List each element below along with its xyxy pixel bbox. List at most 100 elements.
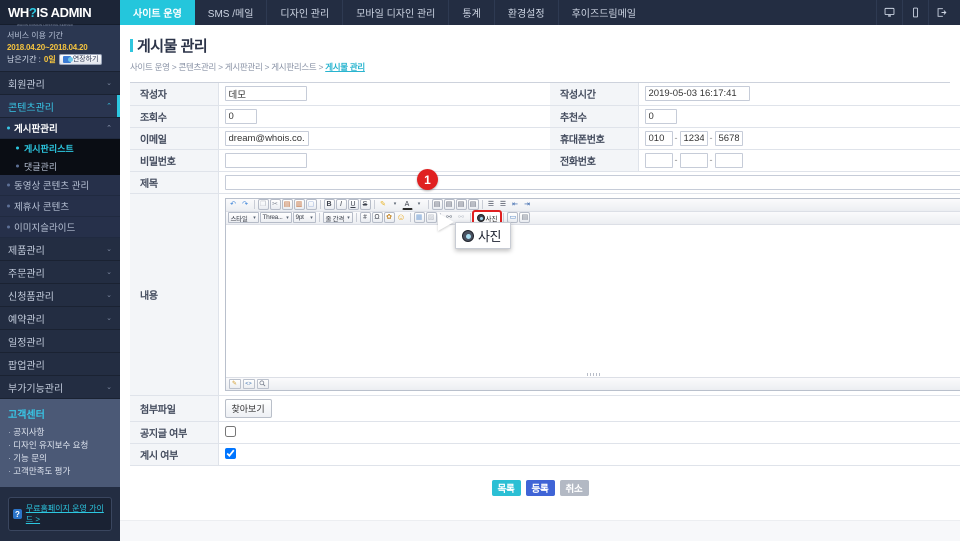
- subject-input[interactable]: [224, 174, 960, 190]
- sidebar-item-partner-content[interactable]: 제휴사 콘텐츠: [0, 196, 120, 217]
- created-input[interactable]: [644, 86, 750, 102]
- smiley-icon[interactable]: ☺: [396, 212, 407, 223]
- sidebar-item-image-slide[interactable]: 이미지슬라이드: [0, 217, 120, 238]
- special-char-icon[interactable]: ＃: [359, 212, 371, 223]
- views-input[interactable]: [224, 108, 257, 124]
- preview-mode-icon[interactable]: [256, 378, 269, 389]
- html-mode-icon[interactable]: <>: [242, 378, 255, 389]
- line-spacing-select[interactable]: 줄 간격 ▾: [322, 212, 353, 223]
- font-color-icon[interactable]: A: [401, 199, 413, 210]
- sidebar-group-order[interactable]: 주문관리 ⌄: [0, 261, 120, 284]
- tab-settings[interactable]: 환경설정: [495, 0, 559, 25]
- cut-icon[interactable]: ✂: [269, 199, 281, 210]
- chevron-down-icon[interactable]: ▾: [414, 199, 425, 210]
- tab-whois-dream-mail[interactable]: 후이즈드림메일: [559, 0, 649, 25]
- omega-icon[interactable]: Ω: [371, 212, 383, 223]
- extend-button[interactable]: 연장하기: [58, 54, 103, 65]
- list-number-icon[interactable]: ☰: [498, 199, 509, 210]
- logout-icon[interactable]: [928, 0, 954, 25]
- phone-part3-input[interactable]: [714, 152, 743, 168]
- writer-input[interactable]: [224, 86, 307, 102]
- align-right-icon[interactable]: ▤: [455, 199, 467, 210]
- table-properties-icon[interactable]: ▨: [425, 212, 437, 223]
- list-button[interactable]: 목록: [491, 479, 521, 496]
- logo[interactable]: WH?IS ADMIN WHOIS DOMAIN HOSTING SERVER: [0, 0, 120, 27]
- logo-text: WH?IS ADMIN: [8, 4, 92, 20]
- breadcrumb-item-1[interactable]: 콘텐츠관리: [178, 62, 216, 72]
- copy-icon[interactable]: ❐: [257, 199, 269, 210]
- page-header: 게시물 관리 사이트 운영 > 콘텐츠관리 > 게시판관리 > 게시판리스트 >…: [120, 25, 960, 73]
- indent-icon[interactable]: ⇥: [522, 199, 533, 210]
- editor-content-area[interactable]: [225, 224, 960, 377]
- align-justify-icon[interactable]: ▤: [467, 199, 479, 210]
- align-left-icon[interactable]: ▤: [431, 199, 443, 210]
- select-all-icon[interactable]: ▢: [305, 199, 317, 210]
- mobile-part3-input[interactable]: [714, 130, 743, 146]
- style-select[interactable]: 스타일 ▾: [227, 212, 259, 223]
- notice-checkbox[interactable]: [224, 426, 236, 438]
- italic-icon[interactable]: I: [335, 199, 347, 210]
- cancel-button[interactable]: 취소: [559, 479, 589, 496]
- tab-site-operation[interactable]: 사이트 운영: [120, 0, 195, 25]
- sidebar-group-applyform[interactable]: 신청품관리 ⌄: [0, 284, 120, 307]
- cs-item-notice[interactable]: 공지사항: [8, 426, 112, 439]
- font-family-select[interactable]: Threa... ▾: [259, 212, 292, 223]
- cs-item-design-request[interactable]: 디자인 유지보수 요청: [8, 439, 112, 452]
- paste-special-icon[interactable]: ▥: [293, 199, 305, 210]
- tab-sms-mail[interactable]: SMS /메일: [195, 0, 268, 25]
- bold-icon[interactable]: B: [323, 199, 335, 210]
- sidebar-group-product[interactable]: 제품관리 ⌄: [0, 238, 120, 261]
- undo-icon[interactable]: ↶: [228, 199, 239, 210]
- sidebar-group-schedule[interactable]: 일정관리: [0, 330, 120, 353]
- cell-views: [218, 105, 550, 128]
- email-input[interactable]: [224, 130, 309, 146]
- sidebar-item-board-list[interactable]: 게시판리스트: [0, 139, 120, 157]
- label-email: 이메일: [130, 127, 219, 150]
- sidebar-group-member[interactable]: 회원관리 ⌄: [0, 72, 120, 95]
- mobile-icon[interactable]: [902, 0, 928, 25]
- tab-statistics[interactable]: 통계: [449, 0, 495, 25]
- recommends-input[interactable]: [644, 108, 677, 124]
- list-bullet-icon[interactable]: ☰: [486, 199, 497, 210]
- strike-icon[interactable]: S: [359, 199, 371, 210]
- editor-resize-handle[interactable]: [587, 372, 602, 376]
- paste-icon[interactable]: ▤: [281, 199, 293, 210]
- publish-checkbox[interactable]: [224, 448, 236, 460]
- table-icon[interactable]: ▦: [413, 212, 425, 223]
- tab-mobile-design-manage[interactable]: 모바일 디자인 관리: [343, 0, 450, 25]
- chevron-down-icon[interactable]: ▾: [390, 199, 401, 210]
- tab-design-manage[interactable]: 디자인 관리: [267, 0, 344, 25]
- font-size-select[interactable]: 9pt ▾: [292, 212, 316, 223]
- outdent-icon[interactable]: ⇤: [510, 199, 521, 210]
- sidebar-group-content[interactable]: 콘텐츠관리 ⌃: [0, 95, 120, 118]
- highlight-color-icon[interactable]: ✎: [378, 199, 389, 210]
- emoticon-icon[interactable]: ✿: [383, 212, 395, 223]
- sidebar-item-board-manage[interactable]: 게시판관리 ⌃: [0, 118, 120, 139]
- browse-file-button[interactable]: 찾아보기: [224, 398, 272, 418]
- dash-separator: -: [709, 132, 713, 143]
- redo-icon[interactable]: ↷: [240, 199, 251, 210]
- edit-mode-icon[interactable]: ✎: [228, 378, 241, 389]
- register-button[interactable]: 등록: [525, 479, 555, 496]
- password-input[interactable]: [224, 152, 307, 168]
- phone-part1-input[interactable]: [644, 152, 673, 168]
- breadcrumb-item-3[interactable]: 게시판리스트: [271, 62, 316, 72]
- sidebar-group-reservation[interactable]: 예약관리 ⌄: [0, 307, 120, 330]
- breadcrumb-item-0[interactable]: 사이트 운영: [130, 62, 170, 72]
- sidebar-item-video-content[interactable]: 동영상 콘텐츠 관리: [0, 175, 120, 196]
- cs-item-satisfaction[interactable]: 고객만족도 평가: [8, 465, 112, 478]
- sidebar-group-addon[interactable]: 부가기능관리 ⌄: [0, 376, 120, 399]
- underline-icon[interactable]: U: [347, 199, 359, 210]
- file-icon[interactable]: ▤: [519, 212, 531, 223]
- mobile-part1-input[interactable]: [644, 130, 673, 146]
- cs-item-feature-inquiry[interactable]: 기능 문의: [8, 452, 112, 465]
- guide-button[interactable]: ? 무료홈페이지 운영 가이드 >: [8, 497, 112, 531]
- desktop-icon[interactable]: [876, 0, 902, 25]
- mobile-part2-input[interactable]: [679, 130, 708, 146]
- phone-part2-input[interactable]: [679, 152, 708, 168]
- size-select-value: 9pt: [295, 214, 304, 221]
- sidebar-group-popup[interactable]: 팝업관리: [0, 353, 120, 376]
- align-center-icon[interactable]: ▤: [443, 199, 455, 210]
- breadcrumb-item-2[interactable]: 게시판관리: [225, 62, 263, 72]
- sidebar-item-comment-manage[interactable]: 댓글관리: [0, 157, 120, 175]
